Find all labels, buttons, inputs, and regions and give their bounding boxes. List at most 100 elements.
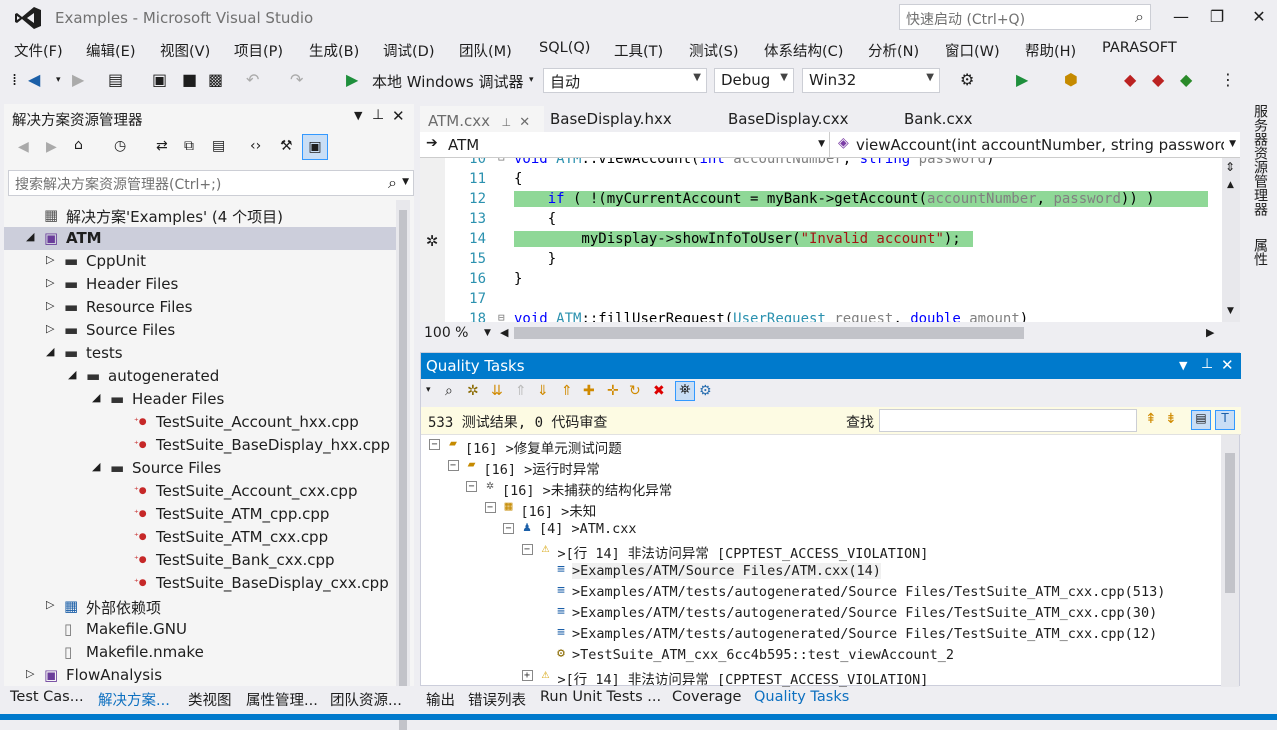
collapse-box-icon[interactable]: ⊟ xyxy=(498,311,505,322)
scroll-right-icon[interactable]: ▶ xyxy=(1206,326,1214,339)
server-explorer-tab[interactable]: 服务器资源管理器 xyxy=(1250,104,1270,216)
bottom-tab[interactable]: Run Unit Tests ... xyxy=(540,689,661,705)
collapse-arrow-icon[interactable]: ◢ xyxy=(92,391,100,404)
task-row[interactable]: − ▰ [16] >运行时异常 xyxy=(421,456,1221,478)
tree-item[interactable]: ▷ ▬ Source Files xyxy=(4,319,396,342)
find-prev-icon[interactable]: ⇞ xyxy=(1145,411,1157,427)
editor-tab[interactable]: BaseDisplay.hxx xyxy=(542,104,680,132)
tree-item[interactable]: ⁺● TestSuite_Account_hxx.cpp xyxy=(4,411,396,434)
collapse-all-icon[interactable]: ✛ xyxy=(607,383,619,399)
run-icon[interactable]: ▶ xyxy=(1016,70,1028,89)
solution-platform-combo[interactable]: Win32 ▼ xyxy=(802,68,940,93)
tree-item[interactable]: ▷ ▬ CppUnit xyxy=(4,250,396,273)
filter-icon[interactable]: ▤ xyxy=(1191,410,1211,430)
redo-icon[interactable]: ↷ xyxy=(290,70,303,89)
refresh-icon[interactable]: ↻ xyxy=(629,383,641,399)
parasoft-run-icon[interactable]: ◆ xyxy=(1180,70,1192,89)
tree-item[interactable]: ⁺● TestSuite_ATM_cpp.cpp xyxy=(4,503,396,526)
close-icon[interactable]: ✕ xyxy=(515,115,530,130)
menu-item[interactable]: 视图(V) xyxy=(160,40,210,61)
properties-wrench-icon[interactable]: ⚒ xyxy=(280,138,293,154)
scrollbar-thumb[interactable] xyxy=(1225,453,1235,593)
tree-item[interactable]: ▷ ▣ FlowAnalysis xyxy=(4,664,396,686)
menu-item[interactable]: 测试(S) xyxy=(689,40,739,61)
chevron-down-icon[interactable]: ▾ xyxy=(426,385,431,395)
view-code-icon[interactable]: ‹› xyxy=(250,138,261,154)
bottom-tab[interactable]: 错误列表 xyxy=(468,689,526,710)
expand-arrow-icon[interactable]: ▷ xyxy=(46,598,54,611)
properties-tab[interactable]: 属性 xyxy=(1250,238,1270,266)
attach-process-icon[interactable]: ⚙ xyxy=(960,70,974,89)
collapse-all-icon[interactable]: ⧉ xyxy=(184,138,194,154)
expand-arrow-icon[interactable]: ▷ xyxy=(46,299,54,312)
find-input[interactable] xyxy=(879,409,1137,432)
solution-config-auto-combo[interactable]: 自动 ▼ xyxy=(543,68,707,93)
collapse-box-icon[interactable]: − xyxy=(484,502,496,513)
collapse-arrow-icon[interactable]: ◢ xyxy=(92,460,100,473)
pin-icon[interactable]: ⊥ xyxy=(1201,356,1213,372)
code-editor[interactable]: 10⊟void ATM::viewAccount(int accountNumb… xyxy=(420,158,1222,322)
expand-arrow-icon[interactable]: ▷ xyxy=(46,322,54,335)
task-row[interactable]: − ♟ [4] >ATM.cxx xyxy=(421,519,1221,540)
find-next-icon[interactable]: ⇟ xyxy=(1165,411,1177,427)
collapse-box-icon[interactable]: − xyxy=(466,481,477,492)
task-row[interactable]: ≡ >Examples/ATM/tests/autogenerated/Sourc… xyxy=(421,603,1221,624)
expand-box-icon[interactable]: + xyxy=(521,670,533,681)
collapse-box-icon[interactable]: − xyxy=(503,523,514,534)
scroll-down-icon[interactable]: ▼ xyxy=(1227,306,1234,316)
forward-icon[interactable]: ▶ xyxy=(46,139,57,155)
pin-icon[interactable]: ⊥ xyxy=(498,116,511,129)
task-row[interactable]: − ▦ [16] >未知 xyxy=(421,498,1221,520)
home-icon[interactable]: ⌂ xyxy=(74,137,83,153)
menu-item[interactable]: 分析(N) xyxy=(868,40,919,61)
back-icon[interactable]: ◀ xyxy=(18,139,29,155)
bottom-tab[interactable]: Quality Tasks xyxy=(754,689,849,705)
move-down-icon[interactable]: ⇓ xyxy=(537,383,549,399)
tree-item[interactable]: ▯ Makefile.nmake xyxy=(4,641,396,664)
tree-item[interactable]: ⁺● TestSuite_Account_cxx.cpp xyxy=(4,480,396,503)
menu-item[interactable]: 生成(B) xyxy=(309,40,359,61)
task-row[interactable]: − ✲ [16] >未捕获的结构化异常 xyxy=(421,477,1221,499)
show-all-files-icon[interactable]: ▤ xyxy=(212,138,225,154)
menu-item[interactable]: PARASOFT xyxy=(1102,40,1177,56)
start-debug-icon[interactable]: ▶ xyxy=(346,70,358,89)
solution-search-input[interactable]: 搜索解决方案资源管理器(Ctrl+;) ⌕ ▼ xyxy=(8,170,414,196)
panel-menu-icon[interactable]: ▼ xyxy=(354,109,362,122)
chevron-down-icon[interactable]: ▼ xyxy=(484,328,491,338)
bottom-tab[interactable]: Coverage xyxy=(672,689,741,705)
debugger-dropdown-icon[interactable]: ▾ xyxy=(529,75,534,85)
task-row[interactable]: ≡ >Examples/ATM/tests/autogenerated/Sourc… xyxy=(421,582,1221,603)
scrollbar-thumb[interactable] xyxy=(399,210,407,730)
pin-icon[interactable]: ⊥ xyxy=(372,107,384,123)
menu-item[interactable]: 编辑(E) xyxy=(86,40,135,61)
restore-button[interactable]: ❐ xyxy=(1202,4,1232,30)
menu-item[interactable]: 体系结构(C) xyxy=(764,40,843,61)
deploy-icon[interactable]: ⬢ xyxy=(1064,70,1078,89)
left-tab[interactable]: 类视图 xyxy=(188,689,232,710)
scroll-up-icon[interactable]: ▲ xyxy=(1227,180,1234,190)
save-all-icon[interactable]: ▩ xyxy=(208,70,223,89)
text-filter-icon[interactable]: T xyxy=(1215,410,1235,430)
parasoft-analyze-icon[interactable]: ◆ xyxy=(1152,70,1164,89)
collapse-arrow-icon[interactable]: ◢ xyxy=(68,368,76,381)
search-icon[interactable]: ⌕ xyxy=(445,383,453,399)
menu-item[interactable]: SQL(Q) xyxy=(539,40,590,56)
tree-item[interactable]: ▷ ▦ 外部依赖项 xyxy=(4,595,396,618)
left-tab[interactable]: 属性管理... xyxy=(246,689,318,710)
editor-tab[interactable]: Bank.cxx xyxy=(896,104,980,132)
menu-item[interactable]: 文件(F) xyxy=(14,40,63,61)
collapse-box-icon[interactable]: − xyxy=(429,439,440,450)
expand-all-icon[interactable]: ✚ xyxy=(583,383,595,399)
collapse-box-icon[interactable]: − xyxy=(447,460,459,471)
expand-arrow-icon[interactable]: ▷ xyxy=(26,667,34,680)
undo-icon[interactable]: ↶ xyxy=(246,70,259,89)
expand-arrow-icon[interactable]: ▷ xyxy=(46,253,54,266)
tree-item[interactable]: ▯ Makefile.GNU xyxy=(4,618,396,641)
preview-selected-icon[interactable]: ▣ xyxy=(302,134,328,160)
menu-item[interactable]: 项目(P) xyxy=(234,40,283,61)
prev-task-icon[interactable]: ⇊ xyxy=(491,383,503,399)
bug-marker-icon[interactable]: ✲ xyxy=(420,232,444,252)
task-row[interactable]: ⚙ >TestSuite_ATM_cxx_6cc4b595::test_viewA… xyxy=(421,645,1221,666)
zoom-level[interactable]: 100 % xyxy=(424,325,468,341)
task-row[interactable]: − ⚠ >[行 14] 非法访问异常 [CPPTEST_ACCESS_VIOLATI… xyxy=(421,540,1221,562)
